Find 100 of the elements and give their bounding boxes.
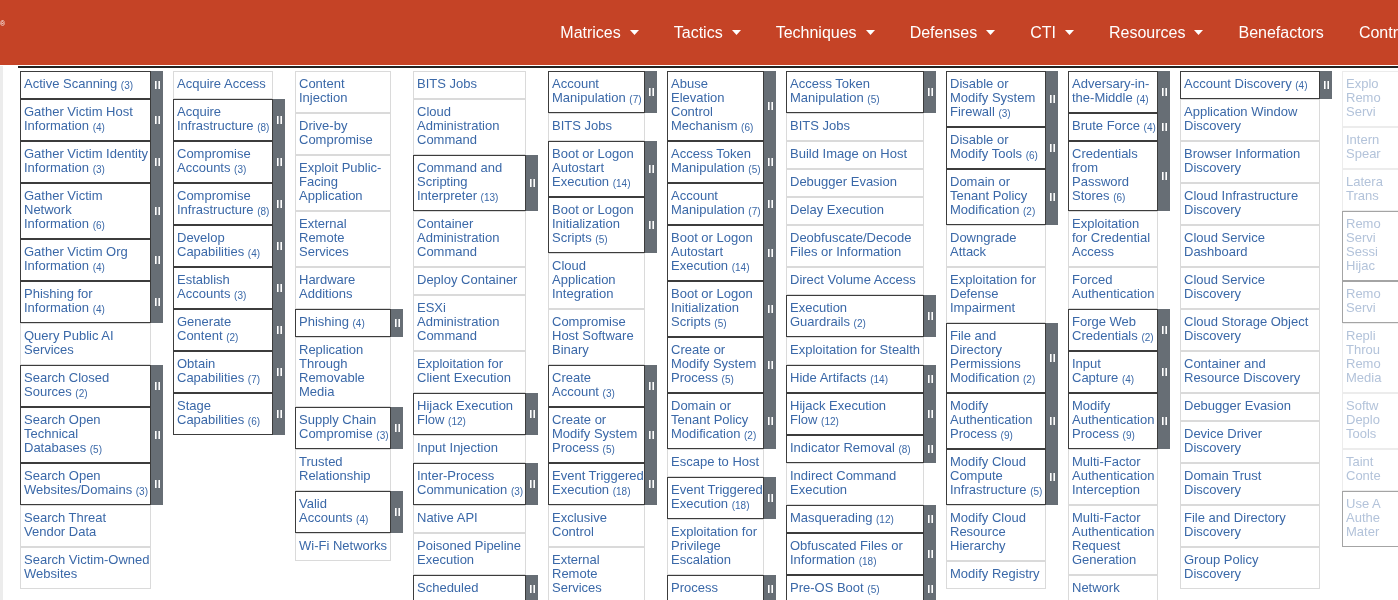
technique-link[interactable]: Modify Registry: [946, 561, 1046, 589]
expand-handle[interactable]: [391, 491, 403, 533]
technique-link[interactable]: Escape to Host: [667, 449, 764, 477]
nav-dropdown-toggle[interactable]: Defenses: [892, 22, 1013, 43]
expand-handle[interactable]: [1158, 309, 1170, 351]
technique-link[interactable]: Indicator Removal (8): [786, 435, 924, 463]
technique-link[interactable]: Indirect Command Execution: [786, 463, 924, 505]
technique-link[interactable]: Trusted Relationship: [295, 449, 391, 491]
technique-link[interactable]: Valid Accounts (4): [295, 491, 391, 533]
technique-link[interactable]: Exploitation for Client Execution: [413, 351, 526, 393]
technique-link[interactable]: Acquire Access: [173, 71, 273, 99]
technique-link[interactable]: Deploy Container: [413, 267, 526, 295]
technique-link[interactable]: Exploitation for Stealth: [786, 337, 924, 365]
technique-link[interactable]: External Remote Services: [548, 547, 645, 600]
nav-dropdown-toggle[interactable]: Resources: [1091, 22, 1221, 43]
technique-link[interactable]: Direct Volume Access: [786, 267, 924, 295]
technique-link[interactable]: Disable or Modify Tools (6): [946, 127, 1046, 169]
technique-link[interactable]: Account Manipulation (7): [667, 183, 764, 225]
technique-link[interactable]: Hardware Additions: [295, 267, 391, 309]
expand-handle[interactable]: [645, 141, 657, 197]
technique-link[interactable]: Modify Authentication Process (9): [946, 393, 1046, 449]
technique-link[interactable]: Hijack Execution Flow (12): [786, 393, 924, 435]
expand-handle[interactable]: [1158, 393, 1170, 449]
technique-link[interactable]: Query Public AI Services: [20, 323, 151, 365]
technique-link[interactable]: Search Open Websites/Domains (3): [20, 463, 151, 505]
expand-handle[interactable]: [645, 365, 657, 407]
technique-link[interactable]: Create or Modify System Process (5): [548, 407, 645, 463]
technique-link[interactable]: Active Scanning (3): [20, 71, 151, 99]
expand-handle[interactable]: [924, 365, 936, 393]
expand-handle[interactable]: [391, 407, 403, 449]
expand-handle[interactable]: [1046, 71, 1058, 127]
technique-link[interactable]: Multi-Factor Authentication Interception: [1068, 449, 1158, 505]
technique-link[interactable]: Scheduled: [413, 575, 526, 600]
expand-handle[interactable]: [645, 197, 657, 253]
technique-link[interactable]: Disable or Modify System Firewall (3): [946, 71, 1046, 127]
technique-link[interactable]: Boot or Logon Autostart Execution (14): [667, 225, 764, 281]
technique-link[interactable]: Replication Through Removable Media: [295, 337, 391, 407]
expand-handle[interactable]: [764, 71, 776, 141]
technique-link[interactable]: Domain or Tenant Policy Modification (2): [946, 169, 1046, 225]
technique-link[interactable]: Establish Accounts (3): [173, 267, 273, 309]
technique-link[interactable]: Account Manipulation (7): [548, 71, 645, 113]
technique-link[interactable]: Exploit Public-Facing Application: [295, 155, 391, 211]
expand-handle[interactable]: [924, 575, 936, 600]
technique-link[interactable]: Cloud Application Integration: [548, 253, 645, 309]
technique-link[interactable]: Hijack Execution Flow (12): [413, 393, 526, 435]
technique-link[interactable]: Phishing for Information (4): [20, 281, 151, 323]
technique-link[interactable]: Input Injection: [413, 435, 526, 463]
technique-link[interactable]: BITS Jobs: [413, 71, 526, 99]
technique-link[interactable]: Create or Modify System Process (5): [667, 337, 764, 393]
technique-link[interactable]: Obtain Capabilities (7): [173, 351, 273, 393]
expand-handle[interactable]: [764, 575, 776, 600]
technique-link[interactable]: Native API: [413, 505, 526, 533]
technique-link[interactable]: Forge Web Credentials (2): [1068, 309, 1158, 351]
technique-link[interactable]: Command and Scripting Interpreter (13): [413, 155, 526, 211]
technique-link[interactable]: Masquerading (12): [786, 505, 924, 533]
technique-link[interactable]: Stage Capabilities (6): [173, 393, 273, 435]
technique-link[interactable]: Multi-Factor Authentication Request Generation: [1068, 505, 1158, 575]
technique-link[interactable]: Cloud Service Dashboard: [1180, 225, 1320, 267]
technique-link[interactable]: Abuse Elevation Control Mechanism (6): [667, 71, 764, 141]
technique-link[interactable]: Access Token Manipulation (5): [667, 141, 764, 183]
expand-handle[interactable]: [1046, 323, 1058, 393]
expand-handle[interactable]: [924, 505, 936, 533]
expand-handle[interactable]: [924, 435, 936, 463]
expand-handle[interactable]: [391, 309, 403, 337]
expand-handle[interactable]: [645, 463, 657, 505]
technique-link[interactable]: Search Threat Vendor Data: [20, 505, 151, 547]
technique-link[interactable]: Process: [667, 575, 764, 600]
technique-link[interactable]: Drive-by Compromise: [295, 113, 391, 155]
expand-handle[interactable]: [764, 477, 776, 519]
expand-handle[interactable]: [151, 71, 163, 99]
expand-handle[interactable]: [273, 99, 285, 141]
technique-link[interactable]: Compromise Host Software Binary: [548, 309, 645, 365]
technique-link[interactable]: File and Directory Discovery: [1180, 505, 1320, 547]
technique-link[interactable]: Search Victim-Owned Websites: [20, 547, 151, 589]
expand-handle[interactable]: [1158, 141, 1170, 211]
technique-link[interactable]: Brute Force (4): [1068, 113, 1158, 141]
technique-link[interactable]: Search Open Technical Databases (5): [20, 407, 151, 463]
technique-link[interactable]: Downgrade Attack: [946, 225, 1046, 267]
technique-link[interactable]: Gather Victim Network Information (6): [20, 183, 151, 239]
technique-link[interactable]: Boot or Logon Initialization Scripts (5): [548, 197, 645, 253]
technique-link[interactable]: Generate Content (2): [173, 309, 273, 351]
technique-link[interactable]: Event Triggered Execution (18): [548, 463, 645, 505]
technique-link[interactable]: Credentials from Password Stores (6): [1068, 141, 1158, 211]
technique-link[interactable]: Event Triggered Execution (18): [667, 477, 764, 519]
technique-link[interactable]: Exploitation for Privilege Escalation: [667, 519, 764, 575]
technique-link[interactable]: Deobfuscate/Decode Files or Information: [786, 225, 924, 267]
technique-link[interactable]: BITS Jobs: [548, 113, 645, 141]
expand-handle[interactable]: [1046, 169, 1058, 225]
technique-link[interactable]: Adversary-in-the-Middle (4): [1068, 71, 1158, 113]
technique-link[interactable]: Modify Cloud Resource Hierarchy: [946, 505, 1046, 561]
expand-handle[interactable]: [151, 281, 163, 323]
nav-dropdown-toggle[interactable]: Tactics: [656, 22, 759, 43]
expand-handle[interactable]: [924, 295, 936, 337]
technique-link[interactable]: Acquire Infrastructure (8): [173, 99, 273, 141]
technique-link[interactable]: Poisoned Pipeline Execution: [413, 533, 526, 575]
technique-link[interactable]: Exploitation for Credential Access: [1068, 211, 1158, 267]
technique-link[interactable]: Cloud Infrastructure Discovery: [1180, 183, 1320, 225]
technique-link[interactable]: Domain or Tenant Policy Modification (2): [667, 393, 764, 449]
technique-link[interactable]: Cloud Storage Object Discovery: [1180, 309, 1320, 351]
nav-dropdown-toggle[interactable]: CTI: [1012, 22, 1092, 43]
